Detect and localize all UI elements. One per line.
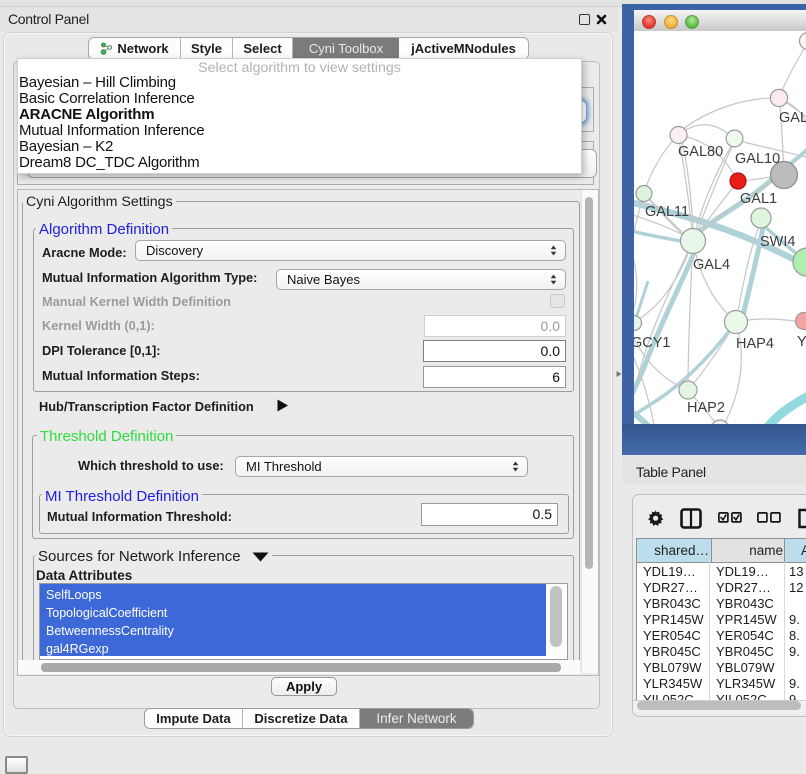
svg-text:GAL11: GAL11 (645, 204, 689, 220)
svg-text:YD: YD (797, 334, 806, 350)
svg-text:SWI4: SWI4 (760, 234, 795, 250)
svg-text:HAP4: HAP4 (736, 336, 774, 352)
svg-text:GAL80: GAL80 (779, 110, 806, 126)
svg-text:GAL4: GAL4 (693, 257, 730, 273)
svg-text:GAL80: GAL80 (678, 144, 723, 160)
svg-text:HAP2: HAP2 (687, 400, 725, 416)
svg-text:GAL1: GAL1 (740, 191, 777, 207)
svg-text:GAL10: GAL10 (735, 151, 780, 167)
svg-text:GCY1: GCY1 (634, 335, 671, 351)
